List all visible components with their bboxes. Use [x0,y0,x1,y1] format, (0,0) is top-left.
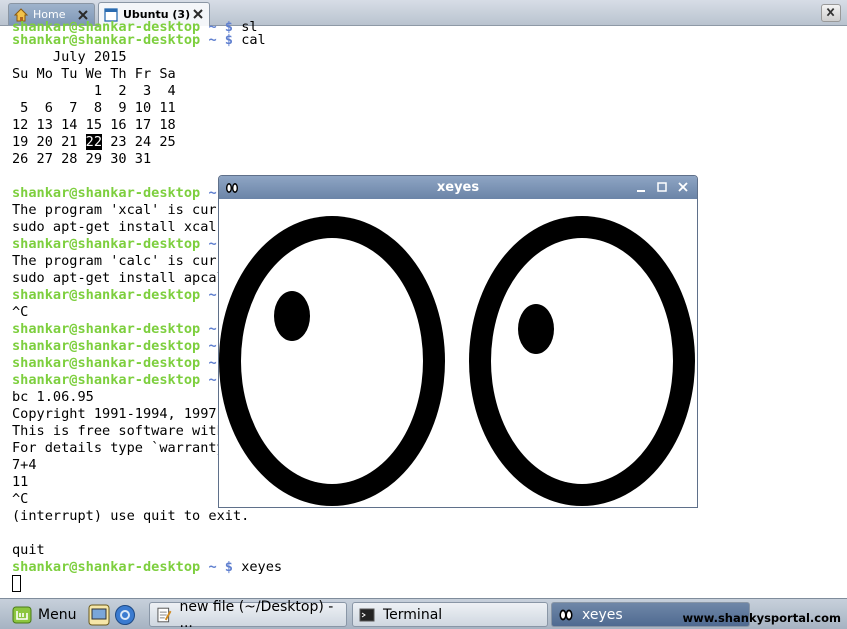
calendar-week: 5 6 7 8 9 10 11 [12,100,176,116]
terminal-line: bc 1.06.95 [12,389,94,405]
terminal-line: quit [12,542,45,558]
calendar-today: 22 [85,134,103,150]
terminal-icon [359,608,375,621]
terminal-line: (interrupt) use quit to exit. [12,508,250,524]
calendar-week: 12 13 14 15 16 17 18 [12,117,176,133]
terminal-cursor [12,575,21,592]
terminal-line: ^C [12,491,29,507]
text-editor-icon [157,607,172,622]
close-icon [826,7,835,17]
taskbar-item-terminal[interactable]: Terminal [352,602,548,627]
mint-logo-icon [12,606,32,623]
terminal-line: sudo apt-get install apcalc [12,270,233,286]
taskbar-item-label: xeyes [582,606,623,623]
taskbar: Menu new file (~/Desktop) - ... Terminal… [0,598,847,629]
menu-label: Menu [38,606,77,623]
terminal-line: ^C [12,304,29,320]
right-pupil [518,304,554,354]
browser-icon[interactable] [114,604,136,626]
taskbar-item-text-editor[interactable]: new file (~/Desktop) - ... [149,598,347,629]
watermark: www.shankysportal.com [682,611,841,625]
taskbar-item-label: new file (~/Desktop) - ... [179,598,334,629]
show-desktop-icon[interactable] [88,604,110,626]
menu-button[interactable]: Menu [12,602,84,627]
terminal-line: shankar@shankar-desktop ~ $ xeyes [12,559,283,575]
calendar-week: 26 27 28 29 30 31 [12,151,152,167]
left-eye [219,216,445,506]
calendar-header: Su Mo Tu We Th Fr Sa [12,66,176,82]
left-pupil [274,291,310,341]
calendar-week: 19 20 21 22 23 24 25 [12,134,176,150]
terminal-line: 7+4 [12,457,37,473]
terminal-line: 11 [12,474,29,490]
terminal-line: shankar@shankar-desktop ~ $ [12,372,233,388]
terminal-line: shankar@shankar-desktop ~ $ cal [12,32,266,48]
terminal-line: sudo apt-get install xcal [12,219,217,235]
xeyes-window[interactable]: xeyes [218,175,698,508]
terminal-line: shankar@shankar-desktop ~ $ [12,287,233,303]
xeyes-icon [559,609,573,620]
terminal-line: shankar@shankar-desktop ~ $ [12,338,233,354]
terminal-line: shankar@shankar-desktop ~ $ [12,321,233,337]
right-eye [469,216,695,506]
terminal-line: shankar@shankar-desktop ~ $ [12,355,233,371]
window-close-button[interactable] [821,4,841,22]
xeyes-canvas [219,216,695,506]
taskbar-item-label: Terminal [383,606,443,623]
calendar-week: 1 2 3 4 [12,83,176,99]
calendar-title: July 2015 [12,49,127,65]
terminal-line: For details type `warranty'. [12,440,242,456]
